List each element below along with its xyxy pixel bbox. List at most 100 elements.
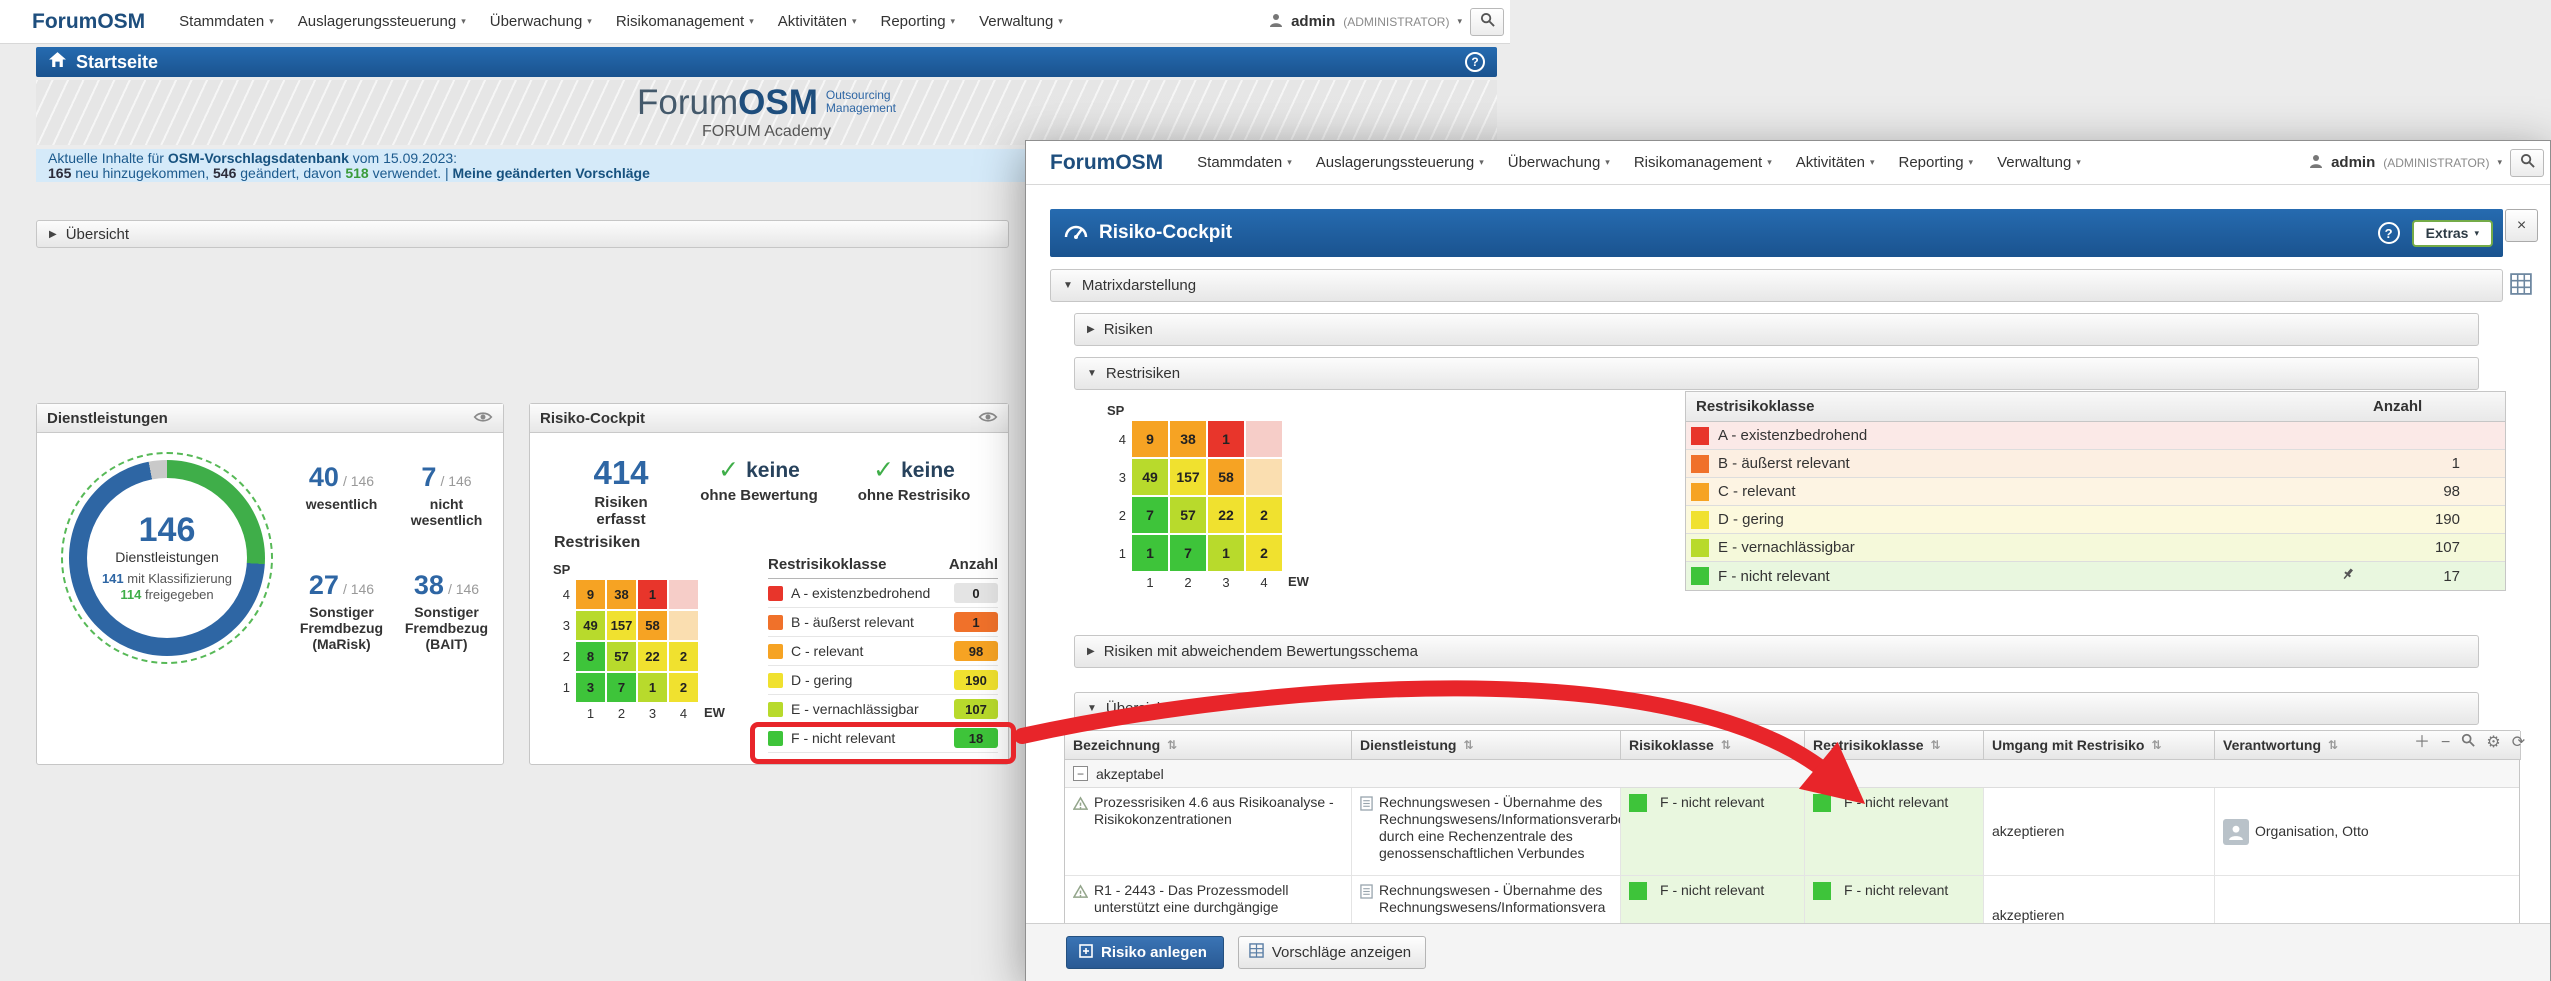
class-row-f[interactable]: F - nicht relevant 17 (1686, 562, 2505, 590)
table-icon (1249, 943, 1264, 962)
help-icon[interactable]: ? (1465, 52, 1485, 72)
stat-nicht-wesentlich: 7/ 146 nicht wesentlich (398, 462, 495, 528)
chevron-down-icon: ▾ (269, 16, 274, 27)
column-header-bezeichnung[interactable]: Bezeichnung⇅ (1065, 731, 1352, 760)
sort-icon: ⇅ (2151, 737, 2161, 754)
sort-icon: ⇅ (1721, 737, 1731, 754)
column-header-dienstleistung[interactable]: Dienstleistung⇅ (1352, 731, 1621, 760)
matrix-cell: 9 (1132, 421, 1168, 457)
popup-title-bar: Risiko-Cockpit ? Extras▾ (1050, 209, 2503, 257)
count-badge: 1 (954, 612, 998, 632)
restrisiken-accordion[interactable]: ▼Restrisiken (1074, 357, 2479, 390)
search-icon (1480, 12, 1495, 31)
check-icon: ✓ (873, 458, 894, 483)
show-suggestions-button[interactable]: Vorschläge anzeigen (1238, 936, 1426, 969)
eye-icon[interactable] (978, 410, 998, 427)
residual-risk-class-table: RestrisikoklasseAnzahl A - existenzbedro… (1685, 391, 2506, 591)
class-row-b[interactable]: B - äußerst relevant1 (1686, 450, 2505, 478)
app-logo[interactable]: ForumOSM (1050, 151, 1163, 175)
search-button[interactable] (1470, 8, 1504, 36)
class-row-a[interactable]: A - existenzbedrohend (1686, 422, 2505, 450)
changed-proposals-link[interactable]: Meine geänderten Vorschläge (453, 165, 650, 181)
column-header-umgang[interactable]: Umgang mit Restrisiko⇅ (1984, 731, 2215, 760)
group-row-akzeptabel[interactable]: − akzeptabel (1065, 760, 2519, 788)
class-row-e[interactable]: E - vernachlässigbar107 (1686, 534, 2505, 562)
class-row-c[interactable]: C - relevant98 (1686, 478, 2505, 506)
donut-center: 146 Dienstleistungen 141 mit Klassifizie… (87, 478, 247, 638)
class-color-swatch (1691, 455, 1709, 473)
chevron-down-icon: ▼ (1087, 368, 1097, 379)
user-name[interactable]: admin (2331, 154, 2375, 171)
matrix-cell: 157 (1170, 459, 1206, 495)
umgang-cell: akzeptieren (1984, 788, 2215, 875)
class-row-f[interactable]: F - nicht relevant18 (768, 724, 998, 753)
menu-stammdaten[interactable]: Stammdaten▾ (1197, 154, 1292, 171)
expand-all-icon[interactable]: ＋ (2414, 735, 2430, 751)
menu-aktivitaeten[interactable]: Aktivitäten▾ (1796, 154, 1875, 171)
matrix-cell (1246, 459, 1282, 495)
class-row-e[interactable]: E - vernachlässigbar107 (768, 695, 998, 724)
user-name[interactable]: admin (1291, 13, 1335, 30)
eye-icon[interactable] (473, 410, 493, 427)
collapse-all-icon[interactable]: − (2441, 735, 2450, 751)
risk-icon (1073, 794, 1088, 815)
chevron-right-icon: ▶ (49, 229, 57, 240)
class-row-c[interactable]: C - relevant98 (768, 637, 998, 666)
menu-verwaltung[interactable]: Verwaltung▾ (979, 13, 1063, 30)
menu-reporting[interactable]: Reporting▾ (1899, 154, 1974, 171)
verantwortung-cell: Organisation, Otto (2215, 788, 2521, 875)
matrix-view-icon[interactable] (2510, 273, 2532, 300)
class-row-b[interactable]: B - äußerst relevant1 (768, 608, 998, 637)
search-button[interactable] (2510, 149, 2544, 177)
create-risk-button[interactable]: Risiko anlegen (1066, 936, 1224, 969)
matrixdarstellung-accordion[interactable]: ▼Matrixdarstellung (1050, 269, 2503, 302)
pin-icon[interactable] (2341, 567, 2355, 585)
class-row-d[interactable]: D - gering190 (1686, 506, 2505, 534)
search-icon[interactable] (2461, 733, 2475, 752)
menu-reporting[interactable]: Reporting▾ (881, 13, 956, 30)
menu-risikomanagement[interactable]: Risikomanagement▾ (616, 13, 754, 30)
count-badge: 0 (954, 583, 998, 603)
menu-ueberwachung[interactable]: Überwachung▾ (490, 13, 592, 30)
chevron-down-icon: ▾ (951, 16, 956, 27)
risiken-accordion[interactable]: ▶Risiken (1074, 313, 2479, 346)
class-row-a[interactable]: A - existenzbedrohend0 (768, 579, 998, 608)
chevron-down-icon[interactable]: ▾ (2497, 157, 2502, 168)
menu-auslagerungssteuerung[interactable]: Auslagerungssteuerung▾ (1316, 154, 1484, 171)
add-icon (1079, 944, 1093, 962)
menu-verwaltung[interactable]: Verwaltung▾ (1997, 154, 2081, 171)
close-icon[interactable]: × (2505, 209, 2538, 242)
class-color-swatch (1691, 539, 1709, 557)
table-row[interactable]: Prozessrisiken 4.6 aus Risikoanalyse - R… (1065, 788, 2519, 876)
class-row-d[interactable]: D - gering190 (768, 666, 998, 695)
menu-auslagerungssteuerung[interactable]: Auslagerungssteuerung▾ (298, 13, 466, 30)
chevron-down-icon: ▾ (1870, 157, 1875, 168)
main-top-nav: ForumOSM Stammdaten▾ Auslagerungssteueru… (0, 0, 1510, 44)
column-header-restrisikoklasse[interactable]: Restrisikoklasse⇅ (1805, 731, 1984, 760)
menu-stammdaten[interactable]: Stammdaten▾ (179, 13, 274, 30)
menu-aktivitaeten[interactable]: Aktivitäten▾ (778, 13, 857, 30)
class-color-swatch (1691, 511, 1709, 529)
uebersicht-accordion[interactable]: ▼Übersicht (1074, 692, 2479, 725)
overview-accordion[interactable]: ▶ Übersicht (36, 220, 1009, 248)
chevron-down-icon[interactable]: ▾ (1457, 16, 1462, 27)
services-total: 146 (139, 513, 196, 547)
abweichendes-schema-accordion[interactable]: ▶Risiken mit abweichendem Bewertungssche… (1074, 635, 2479, 668)
extras-button[interactable]: Extras▾ (2412, 220, 2493, 247)
user-role: (ADMINISTRATOR) (1343, 15, 1449, 29)
help-icon[interactable]: ? (2378, 222, 2400, 244)
app-logo[interactable]: ForumOSM (32, 10, 145, 34)
matrix-cell: 2 (1246, 497, 1282, 533)
count-badge: 18 (954, 728, 998, 748)
chevron-down-icon: ▾ (2076, 157, 2081, 168)
gear-icon[interactable]: ⚙ (2486, 735, 2500, 751)
menu-ueberwachung[interactable]: Überwachung▾ (1508, 154, 1610, 171)
menu-risikomanagement[interactable]: Risikomanagement▾ (1634, 154, 1772, 171)
chevron-down-icon: ▾ (2474, 228, 2479, 239)
residual-risk-class-list: RestrisikoklasseAnzahl A - existenzbedro… (768, 556, 998, 753)
column-header-risikoklasse[interactable]: Risikoklasse⇅ (1621, 731, 1805, 760)
refresh-icon[interactable]: ⟳ (2512, 735, 2525, 751)
collapse-group-icon[interactable]: − (1073, 766, 1088, 781)
check-icon: ✓ (718, 458, 739, 483)
user-icon (1269, 13, 1283, 31)
